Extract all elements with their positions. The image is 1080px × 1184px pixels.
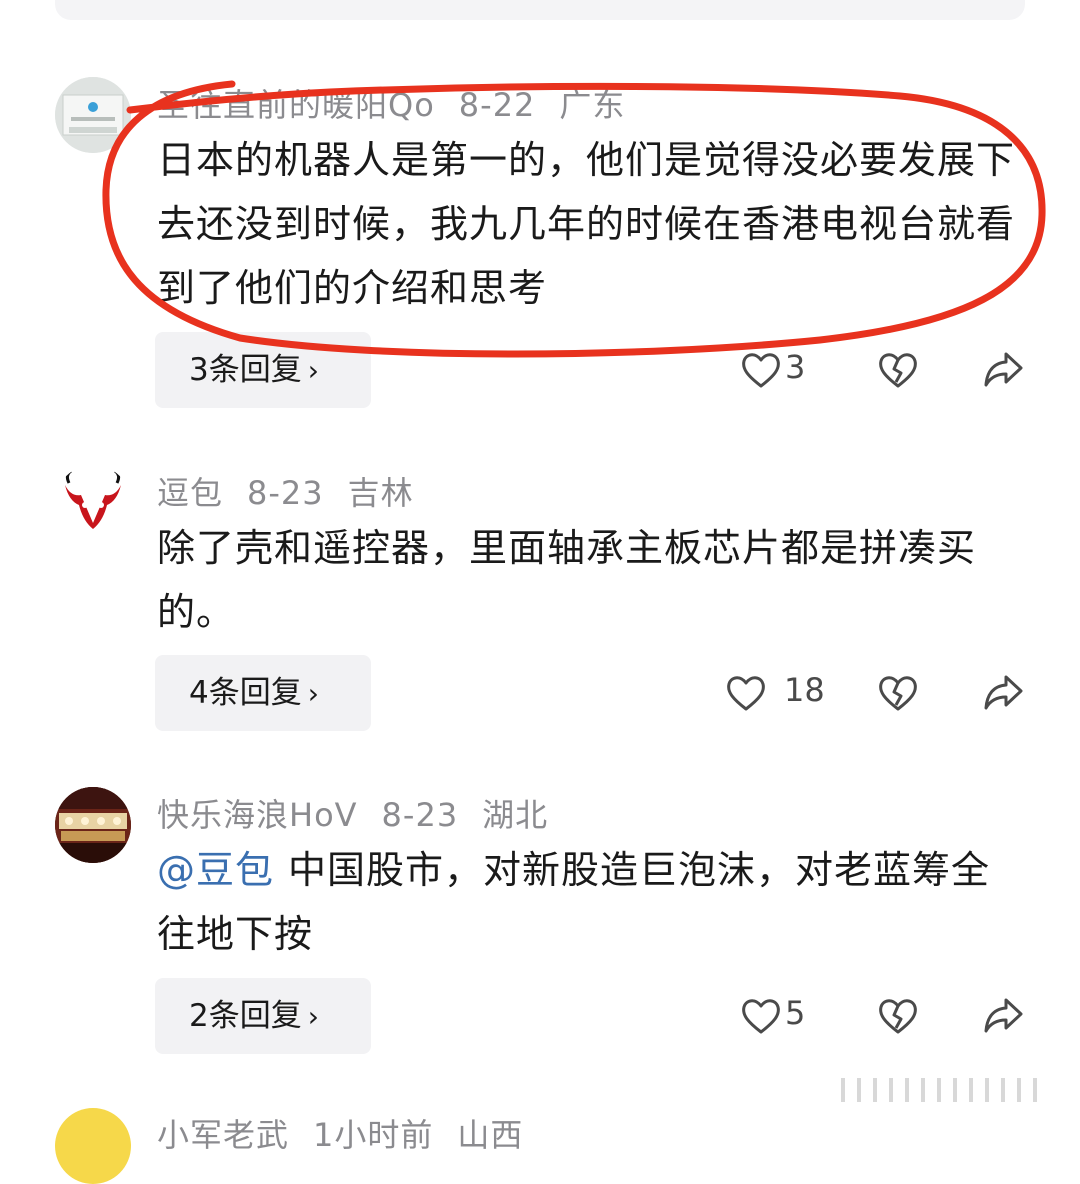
avatar-image (55, 787, 131, 863)
comment-actions: 3 (0, 342, 1080, 402)
watermark (841, 1078, 1037, 1102)
avatar[interactable] (55, 465, 131, 541)
comment-text-body: 中国股市，对新股造巨泡沫，对老蓝筹全往地下按 (157, 848, 991, 956)
avatar[interactable] (55, 1108, 131, 1184)
avatar-image (55, 465, 131, 541)
broken-heart-icon[interactable] (877, 673, 919, 713)
comment-meta: 快乐海浪HoV 8-23 湖北 (157, 790, 572, 836)
username[interactable]: 快乐海浪HoV (157, 796, 358, 834)
comment-location: 广东 (559, 86, 626, 124)
mention-link[interactable]: @豆包 (157, 848, 274, 892)
avatar-image (55, 77, 131, 153)
heart-outline-icon[interactable] (740, 350, 782, 390)
like-count: 3 (785, 348, 806, 386)
comment-actions: 5 (0, 988, 1080, 1048)
broken-heart-icon[interactable] (877, 350, 919, 390)
username[interactable]: 小军老武 (157, 1116, 289, 1154)
comment-text[interactable]: @豆包 中国股市，对新股造巨泡沫，对老蓝筹全往地下按 (157, 838, 1027, 966)
comment-text[interactable]: 除了壳和遥控器，里面轴承主板芯片都是拼凑买的。 (157, 516, 1027, 644)
comment-date: 8-23 (381, 796, 459, 834)
comment-meta: 圣往直前的暖阳Qo 8-22 广东 (157, 80, 649, 126)
share-arrow-icon[interactable] (982, 350, 1024, 390)
heart-outline-icon[interactable] (725, 673, 767, 713)
comment-location: 山西 (457, 1116, 524, 1154)
comment-location: 湖北 (482, 796, 549, 834)
share-arrow-icon[interactable] (982, 673, 1024, 713)
avatar[interactable] (55, 787, 131, 863)
like-count: 5 (785, 994, 806, 1032)
like-count: 18 (784, 671, 825, 709)
comment-date: 8-23 (247, 474, 324, 512)
broken-heart-icon[interactable] (877, 996, 919, 1036)
comment-location: 吉林 (347, 474, 414, 512)
comment-actions: 18 (0, 665, 1080, 725)
comment-meta: 逗包 8-23 吉林 (157, 468, 438, 514)
username[interactable]: 逗包 (157, 474, 223, 512)
username[interactable]: 圣往直前的暖阳Qo (157, 86, 435, 124)
heart-outline-icon[interactable] (740, 996, 782, 1036)
comment-date: 8-22 (458, 86, 536, 124)
previous-card-bottom (55, 0, 1025, 20)
comment-text[interactable]: 日本的机器人是第一的，他们是觉得没必要发展下去还没到时候，我九几年的时候在香港电… (157, 128, 1027, 320)
share-arrow-icon[interactable] (982, 996, 1024, 1036)
comment-date: 1小时前 (313, 1116, 434, 1154)
avatar[interactable] (55, 77, 131, 153)
comment-meta: 小军老武 1小时前 山西 (157, 1110, 547, 1156)
